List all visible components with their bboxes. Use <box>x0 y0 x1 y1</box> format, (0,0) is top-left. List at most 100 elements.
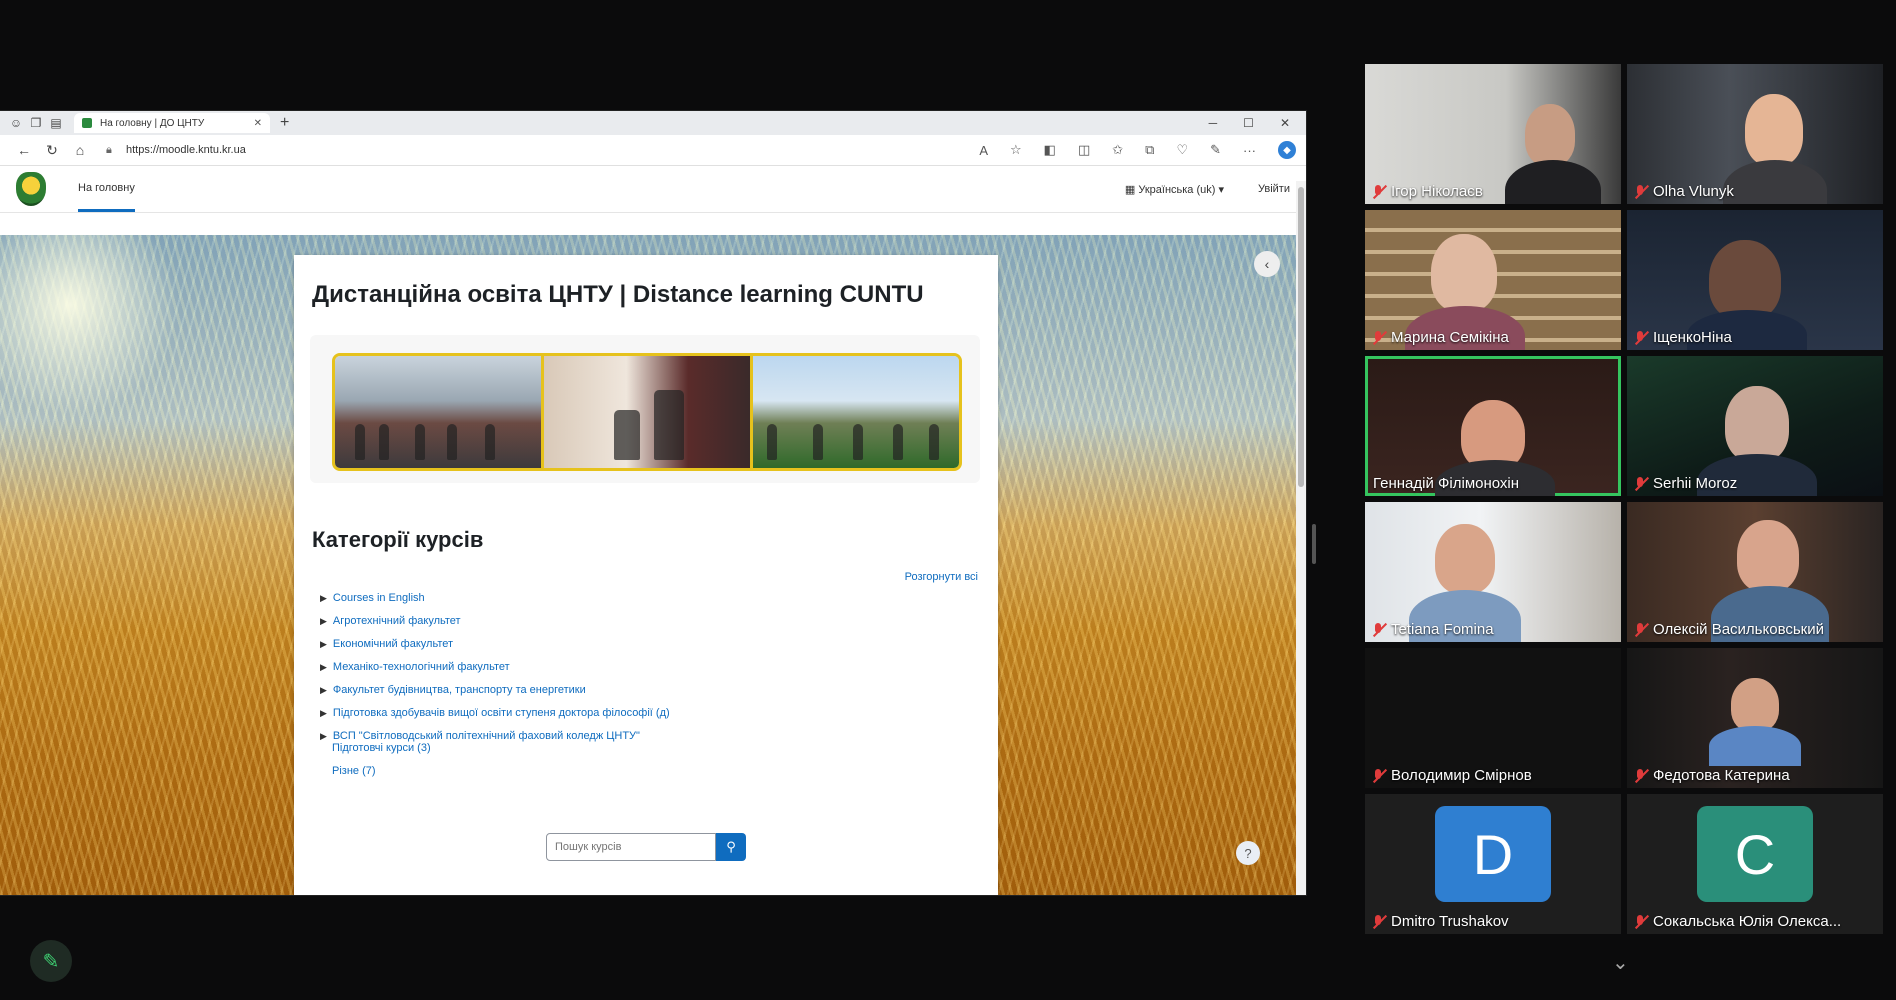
participant-name-text: Марина Семікіна <box>1391 329 1509 346</box>
browser-tab[interactable]: На головну | ДО ЦНТУ ✕ <box>74 113 270 133</box>
copilot-icon[interactable]: ◆ <box>1278 141 1296 159</box>
nav-home-link[interactable]: На головну <box>78 166 135 212</box>
participant-tile-active[interactable]: Геннадій Філімонохін <box>1365 356 1621 496</box>
favorites-icon[interactable]: ✩ <box>1112 142 1123 158</box>
new-tab-button[interactable]: + <box>280 114 289 132</box>
person-figure <box>379 424 389 460</box>
participant-name: Володимир Смірнов <box>1373 767 1532 784</box>
subcategory-list: Підготовчі курси (3) Різне (7) <box>332 737 431 783</box>
shared-screen: ☺ ❐ ▤ На головну | ДО ЦНТУ ✕ + ─ ☐ ✕ ← ↻… <box>0 111 1306 895</box>
block-drawer-toggle-icon[interactable]: ‹ <box>1254 251 1280 277</box>
category-item[interactable]: ▶ Механіко-технологічний факультет <box>320 656 670 679</box>
participant-name-text: Геннадій Філімонохін <box>1373 475 1520 492</box>
participant-video <box>1525 104 1575 166</box>
expand-icon: ▶ <box>320 593 327 603</box>
participant-name: Федотова Катерина <box>1635 767 1790 784</box>
category-item[interactable]: ▶ Підготовка здобувачів вищої освіти ступ… <box>320 702 670 725</box>
tab-actions-icon[interactable]: ▤ <box>46 114 66 132</box>
expand-icon: ▶ <box>320 685 327 695</box>
page-scrollbar[interactable] <box>1296 181 1306 895</box>
split-screen-icon[interactable]: ◫ <box>1078 142 1090 158</box>
mic-muted-icon <box>1635 476 1645 491</box>
url-field[interactable]: 🔒︎ https://moodle.kntu.kr.ua <box>106 140 866 160</box>
subcategory-item[interactable]: Різне (7) <box>332 760 431 783</box>
profile-icon[interactable]: ☺ <box>6 114 26 132</box>
participant-name: Марина Семікіна <box>1373 329 1509 346</box>
participant-name-text: Olha Vlunyk <box>1653 183 1734 200</box>
participant-name-text: Олексій Васильковський <box>1653 621 1825 638</box>
category-item[interactable]: ▶ Факультет будівництва, транспорту та ен… <box>320 679 670 702</box>
refresh-icon[interactable]: ↻ <box>38 142 66 159</box>
participant-name-text: Федотова Катерина <box>1653 767 1790 784</box>
category-label: Механіко-технологічний факультет <box>332 661 510 673</box>
university-logo-icon[interactable] <box>16 172 46 206</box>
pen-icon[interactable]: ✎ <box>1210 142 1221 158</box>
category-item[interactable]: ▶ Courses in English <box>320 587 670 610</box>
mic-muted-icon <box>1373 184 1383 199</box>
participant-tile[interactable]: Олексій Васильковський <box>1627 502 1883 642</box>
participant-name-text: Serhii Moroz <box>1653 475 1738 492</box>
annotate-pen-icon[interactable]: ✎ <box>30 940 72 982</box>
close-window-icon[interactable]: ✕ <box>1280 116 1290 130</box>
course-search-input[interactable] <box>546 833 716 861</box>
minimize-icon[interactable]: ─ <box>1209 116 1218 130</box>
category-item[interactable]: ▶ Агротехнічний факультет <box>320 610 670 633</box>
login-link[interactable]: Увійти <box>1258 183 1290 195</box>
participant-tile[interactable]: Ігор Ніколаєв <box>1365 64 1621 204</box>
home-icon[interactable]: ⌂ <box>66 142 94 158</box>
participant-name-text: Ігор Ніколаєв <box>1391 183 1483 200</box>
more-icon[interactable]: ··· <box>1243 143 1256 158</box>
participant-tile[interactable]: Марина Семікіна <box>1365 210 1621 350</box>
participant-tile[interactable]: Володимир Смірнов <box>1365 648 1621 788</box>
participant-name: Serhii Moroz <box>1635 475 1737 492</box>
chevron-down-icon[interactable]: ⌄ <box>1612 950 1629 975</box>
url-text: https://moodle.kntu.kr.ua <box>126 144 246 156</box>
participant-body <box>1709 726 1801 766</box>
workspaces-icon[interactable]: ❐ <box>26 114 46 132</box>
scrollbar-thumb[interactable] <box>1298 187 1304 487</box>
subcategory-item[interactable]: Підготовчі курси (3) <box>332 737 431 760</box>
expand-icon: ▶ <box>320 639 327 649</box>
participant-name: ІщенкоНіна <box>1635 329 1732 346</box>
students-photo-3 <box>753 356 959 468</box>
participant-name: Геннадій Філімонохін <box>1373 475 1519 492</box>
category-label: Підготовка здобувачів вищої освіти ступе… <box>332 707 670 719</box>
favorite-star-icon[interactable]: ☆ <box>1010 142 1022 158</box>
participant-tile[interactable]: Федотова Катерина <box>1627 648 1883 788</box>
participant-tile[interactable]: Serhii Moroz <box>1627 356 1883 496</box>
mic-muted-icon <box>1635 914 1645 929</box>
person-figure <box>813 424 823 460</box>
participant-body <box>1505 160 1601 204</box>
tab-title: На головну | ДО ЦНТУ <box>100 117 205 129</box>
students-photo-1 <box>335 356 544 468</box>
category-label: Агротехнічний факультет <box>332 615 461 627</box>
participant-avatar: C <box>1697 806 1813 902</box>
collections-icon[interactable]: ⧉ <box>1145 142 1154 158</box>
collapse-all-link[interactable]: Розгорнути всі <box>905 571 978 583</box>
category-label: Факультет будівництва, транспорту та ене… <box>332 684 586 696</box>
participant-tile[interactable]: ІщенкоНіна <box>1627 210 1883 350</box>
participant-tile[interactable]: Tetiana Fomina <box>1365 502 1621 642</box>
browser-essentials-icon[interactable]: ♡ <box>1176 142 1188 158</box>
language-menu[interactable]: ▦ Українська (uk) ▾ <box>1125 183 1224 196</box>
maximize-icon[interactable]: ☐ <box>1243 116 1254 130</box>
participant-tile[interactable]: C Сокальська Юлія Олекса... <box>1627 794 1883 934</box>
category-item[interactable]: ▶ Економічний факультет <box>320 633 670 656</box>
search-button[interactable]: ⚲ <box>716 833 746 861</box>
participant-name-text: Dmitro Trushakov <box>1391 913 1509 930</box>
participant-tile[interactable]: D Dmitro Trushakov <box>1365 794 1621 934</box>
back-icon[interactable]: ← <box>10 142 38 158</box>
read-aloud-icon[interactable]: A <box>979 143 988 158</box>
category-label: Економічний факультет <box>332 638 454 650</box>
moodle-frontpage: ‹ Дистанційна освіта ЦНТУ | Distance lea… <box>0 235 1296 895</box>
participant-tile[interactable]: Olha Vlunyk <box>1627 64 1883 204</box>
participant-video <box>1431 234 1497 312</box>
participant-video <box>1435 524 1495 594</box>
split-handle[interactable] <box>1312 524 1316 564</box>
person-figure <box>929 424 939 460</box>
extension-icon[interactable]: ◧ <box>1044 142 1056 158</box>
participant-video <box>1745 94 1803 166</box>
person-figure <box>654 390 684 460</box>
help-icon[interactable]: ? <box>1236 841 1260 865</box>
close-tab-icon[interactable]: ✕ <box>254 118 262 129</box>
